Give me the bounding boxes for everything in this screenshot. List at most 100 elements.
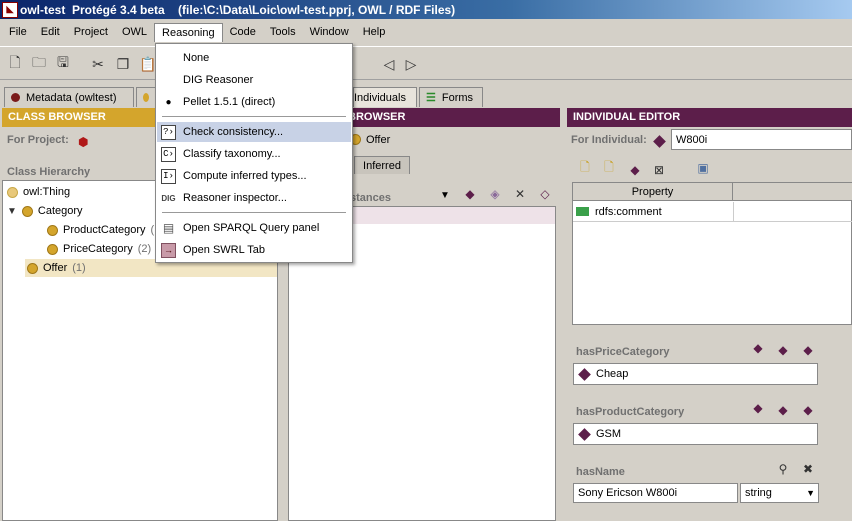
column-header-value[interactable]: [733, 183, 852, 201]
menu-item-label: Open SWRL Tab: [183, 244, 265, 256]
individual-icon: [578, 427, 591, 441]
tab-classes[interactable]: [136, 87, 156, 107]
tab-strip: Metadata (owltest) Individuals ☰ Forms: [0, 87, 852, 107]
menu-item-label: Pellet 1.5.1 (direct): [183, 96, 276, 108]
price-category-value[interactable]: Cheap: [573, 363, 818, 385]
menu-item-reasoner-inspector[interactable]: DIG Reasoner inspector...: [157, 188, 351, 208]
new-document-icon[interactable]: 🗋: [577, 160, 593, 176]
back-arrow-icon[interactable]: ◁: [380, 55, 398, 73]
configure-icon[interactable]: ▣: [695, 160, 711, 176]
menu-file[interactable]: File: [2, 23, 34, 41]
tree-node-label: owl:Thing: [23, 186, 71, 198]
menu-item-label: Check consistency...: [183, 126, 284, 138]
create-value-icon[interactable]: ◆: [750, 400, 766, 416]
radio-selected-icon: ●: [165, 96, 172, 108]
menu-window[interactable]: Window: [303, 23, 356, 41]
menu-project[interactable]: Project: [67, 23, 115, 41]
slot-label-product-category: hasProductCategory: [576, 406, 685, 418]
cut-icon[interactable]: ✂: [89, 55, 107, 73]
project-icon: ⬢: [78, 135, 89, 149]
tree-node-price-category[interactable]: PriceCategory (2): [47, 240, 151, 258]
individual-editor-panel: INDIVIDUAL EDITOR For Individual: W800i …: [565, 107, 852, 521]
sparql-icon: ▤: [162, 221, 175, 235]
value-text: Cheap: [596, 368, 629, 380]
title-bar: ◣ owl-test Protégé 3.4 beta (file:\C:\Da…: [0, 0, 852, 19]
add-instance-icon[interactable]: ◈: [487, 186, 503, 202]
individual-icon: [578, 367, 591, 381]
menu-item-check-consistency[interactable]: ?› Check consistency...: [157, 122, 351, 142]
menu-item-label: Reasoner inspector...: [183, 192, 287, 204]
tab-inferred[interactable]: Inferred: [354, 156, 410, 174]
tree-node-count: (: [150, 224, 155, 236]
tab-forms[interactable]: ☰ Forms: [419, 87, 483, 107]
tab-metadata-label: Metadata (owltest): [26, 91, 117, 104]
forms-icon: ☰: [426, 92, 436, 104]
dropdown-arrow-icon[interactable]: ▼: [440, 190, 450, 201]
individual-name-field[interactable]: W800i: [671, 129, 852, 150]
annotation-property-icon: [576, 207, 589, 216]
menu-item-label: Classify taxonomy...: [183, 148, 281, 160]
product-category-value[interactable]: GSM: [573, 423, 818, 445]
remove-value-icon[interactable]: ◆: [800, 342, 816, 358]
datatype-select[interactable]: string ▼: [740, 483, 819, 503]
menu-owl[interactable]: OWL: [115, 23, 154, 41]
tab-metadata[interactable]: Metadata (owltest): [4, 87, 134, 107]
tree-node-category[interactable]: ▼ Category: [7, 202, 83, 220]
for-project-label: For Project:: [7, 134, 69, 146]
add-document-icon[interactable]: 🗋: [601, 160, 617, 176]
tree-node-product-category[interactable]: ProductCategory (: [47, 221, 154, 239]
datatype-selected: string: [745, 487, 772, 499]
name-value-field[interactable]: Sony Ericson W800i: [573, 483, 738, 503]
add-value-icon[interactable]: ◆: [627, 162, 643, 178]
check-consistency-icon: ?›: [161, 124, 176, 140]
menu-separator: [162, 212, 346, 213]
menu-separator: [162, 116, 346, 117]
ontology-icon: [11, 93, 20, 102]
tree-node-owl-thing[interactable]: owl:Thing: [7, 183, 70, 201]
menu-item-pellet[interactable]: ● Pellet 1.5.1 (direct): [157, 92, 351, 112]
copy-icon[interactable]: ❐: [114, 55, 132, 73]
compute-types-icon: I›: [161, 168, 176, 184]
menu-item-label: Compute inferred types...: [183, 170, 307, 182]
search-icon[interactable]: ⚲: [775, 461, 791, 477]
save-icon[interactable]: 🖫: [54, 54, 72, 73]
menu-tools[interactable]: Tools: [263, 23, 303, 41]
toolbar: 🗋 🗀 🖫 ✂ ❐ 📋 ◁ ▷: [0, 46, 852, 80]
menu-item-sparql[interactable]: ▤ Open SPARQL Query panel: [157, 218, 351, 238]
menu-reasoning[interactable]: Reasoning: [154, 22, 223, 42]
protege-app-icon[interactable]: ◣: [2, 1, 18, 18]
menu-code[interactable]: Code: [223, 23, 263, 41]
delete-icon[interactable]: ✖: [800, 461, 816, 477]
class-icon: [47, 224, 58, 236]
menu-item-swrl[interactable]: → Open SWRL Tab: [157, 240, 351, 260]
column-header-property[interactable]: Property: [573, 183, 733, 201]
open-folder-icon[interactable]: 🗀: [30, 54, 48, 73]
menu-edit[interactable]: Edit: [34, 23, 67, 41]
dig-icon: DIG: [161, 193, 176, 203]
new-file-icon[interactable]: 🗋: [6, 54, 24, 73]
window-title: owl-test Protégé 3.4 beta (file:\C:\Data…: [20, 2, 456, 17]
tree-node-label: PriceCategory: [63, 243, 133, 255]
tab-individuals[interactable]: Individuals: [353, 87, 417, 107]
reasoning-menu: None DIG Reasoner ● Pellet 1.5.1 (direct…: [155, 43, 353, 263]
instance-options-icon[interactable]: ◇: [537, 186, 553, 202]
add-value-icon[interactable]: ◆: [775, 402, 791, 418]
forward-arrow-icon[interactable]: ▷: [402, 55, 420, 73]
add-value-icon[interactable]: ◆: [775, 342, 791, 358]
delete-instance-icon[interactable]: ✕: [512, 186, 528, 202]
table-row[interactable]: rdfs:comment: [573, 202, 852, 222]
tab-individuals-label: Individuals: [354, 91, 406, 104]
menu-item-dig-reasoner[interactable]: DIG Reasoner: [157, 70, 351, 90]
menu-item-label: None: [183, 52, 210, 64]
delete-value-icon[interactable]: ⊠: [651, 162, 667, 178]
class-icon: [143, 93, 149, 102]
create-value-icon[interactable]: ◆: [750, 340, 766, 356]
menu-help[interactable]: Help: [356, 23, 393, 41]
create-instance-icon[interactable]: ◆: [462, 186, 478, 202]
menu-item-none[interactable]: None: [157, 48, 351, 68]
remove-value-icon[interactable]: ◆: [800, 402, 816, 418]
menu-item-classify-taxonomy[interactable]: C› Classify taxonomy...: [157, 144, 351, 164]
menu-item-compute-inferred-types[interactable]: I› Compute inferred types...: [157, 166, 351, 186]
expand-triangle-icon[interactable]: ▼: [7, 206, 17, 217]
swrl-icon: →: [161, 242, 176, 258]
